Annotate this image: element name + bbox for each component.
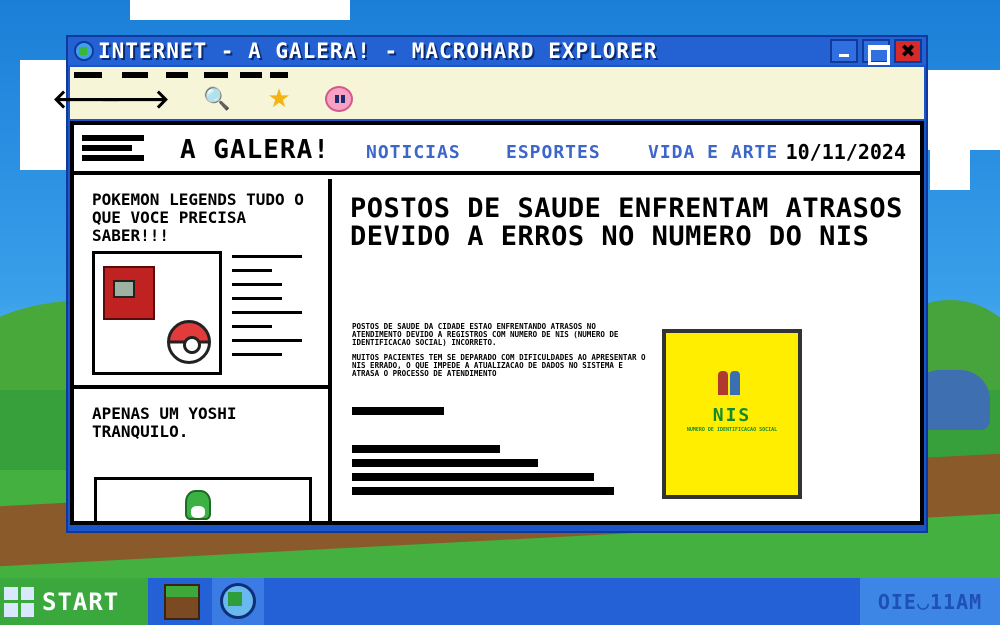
nis-card-image: NIS NUMERO DE IDENTIFICACAO SOCIAL — [662, 329, 802, 499]
text-placeholder — [352, 487, 614, 495]
nav-link-noticias[interactable]: NOTICIAS — [366, 142, 461, 163]
system-tray[interactable]: OIE◡11AM — [860, 578, 1000, 625]
cloud — [20, 60, 70, 170]
nav-link-vida-e-arte[interactable]: VIDA E ARTE — [648, 142, 778, 163]
cloud — [930, 150, 970, 190]
people-icon — [718, 371, 742, 397]
grass-block-icon[interactable] — [164, 584, 200, 620]
article-paragraph: MUITOS PACIENTES TEM SE DEPARADO COM DIF… — [352, 353, 646, 378]
nav-link-esportes[interactable]: ESPORTES — [506, 142, 601, 163]
star-icon[interactable]: ★ — [262, 83, 296, 115]
menu-item-placeholder[interactable] — [204, 72, 228, 78]
kirby-icon[interactable] — [322, 83, 356, 115]
clock: OIE◡11AM — [877, 589, 983, 614]
text-placeholder — [232, 339, 302, 342]
text-placeholder — [232, 325, 272, 328]
menu-item-placeholder[interactable] — [166, 72, 188, 78]
start-button[interactable]: START — [0, 578, 148, 625]
date: 10/11/2024 — [785, 140, 906, 164]
yoshi-icon — [185, 490, 211, 520]
text-placeholder — [352, 407, 444, 415]
window-title: INTERNET - A GALERA! - MACROHARD EXPLORE… — [98, 39, 658, 63]
windows-logo-icon — [4, 586, 34, 617]
article-body: POSTOS DE SAUDE DA CIDADE ESTAO ENFRENTA… — [352, 323, 648, 385]
text-placeholder — [232, 311, 302, 314]
pokeball-icon — [167, 320, 211, 364]
text-placeholder — [232, 283, 282, 286]
menu-item-placeholder[interactable] — [122, 72, 148, 78]
taskbar: START OIE◡11AM — [0, 578, 1000, 625]
menu-item-placeholder[interactable] — [240, 72, 262, 78]
window-controls: ✖ — [830, 39, 922, 65]
text-placeholder — [352, 459, 538, 467]
text-placeholder — [352, 473, 594, 481]
card-title[interactable]: APENAS UM YOSHI TRANQUILO. — [92, 405, 312, 441]
back-button[interactable]: 🡐 — [52, 83, 122, 115]
web-page: A GALERA! NOTICIAS ESPORTES VIDA E ARTE … — [70, 121, 924, 525]
browser-taskbar-button[interactable] — [212, 578, 264, 625]
globe-icon — [74, 41, 94, 61]
title-bar[interactable]: INTERNET - A GALERA! - MACROHARD EXPLORE… — [68, 37, 926, 65]
main-article: POSTOS DE SAUDE ENFRENTAM ATRASOS DEVIDO… — [336, 179, 920, 521]
menu-item-placeholder[interactable] — [74, 72, 102, 78]
nis-logo: NIS — [712, 405, 752, 426]
close-button[interactable]: ✖ — [894, 39, 922, 63]
menu-item-placeholder[interactable] — [270, 72, 288, 78]
article-paragraph: POSTOS DE SAUDE DA CIDADE ESTAO ENFRENTA… — [352, 322, 619, 347]
browser-window: INTERNET - A GALERA! - MACROHARD EXPLORE… — [52, 35, 928, 533]
browser-toolbar: 🡐 🡒 🔍 ★ — [52, 67, 924, 119]
text-placeholder — [232, 255, 302, 258]
news-card-pokemon[interactable]: POKEMON LEGENDS TUDO O QUE VOCE PRECISA … — [74, 179, 328, 389]
card-image[interactable] — [94, 477, 312, 521]
card-image[interactable] — [92, 251, 222, 375]
text-placeholder — [232, 269, 272, 272]
start-label: START — [42, 587, 120, 616]
text-placeholder — [352, 445, 500, 453]
hamburger-menu-icon[interactable] — [82, 135, 144, 165]
globe-icon — [220, 583, 256, 619]
site-logo[interactable]: A GALERA! — [180, 135, 330, 165]
card-title[interactable]: POKEMON LEGENDS TUDO O QUE VOCE PRECISA … — [92, 191, 312, 245]
pokedex-icon — [103, 266, 155, 320]
nis-subtitle: NUMERO DE IDENTIFICACAO SOCIAL — [686, 427, 778, 433]
article-headline: POSTOS DE SAUDE ENFRENTAM ATRASOS DEVIDO… — [350, 193, 903, 252]
forward-button[interactable]: 🡒 — [100, 83, 170, 115]
cloud — [130, 0, 350, 20]
sidebar: POKEMON LEGENDS TUDO O QUE VOCE PRECISA … — [74, 179, 332, 521]
text-placeholder — [232, 353, 282, 356]
search-icon[interactable]: 🔍 — [200, 83, 234, 115]
minimize-button[interactable] — [830, 39, 858, 63]
text-placeholder — [232, 297, 282, 300]
maximize-button[interactable] — [862, 39, 890, 65]
site-header: A GALERA! NOTICIAS ESPORTES VIDA E ARTE … — [74, 125, 920, 175]
